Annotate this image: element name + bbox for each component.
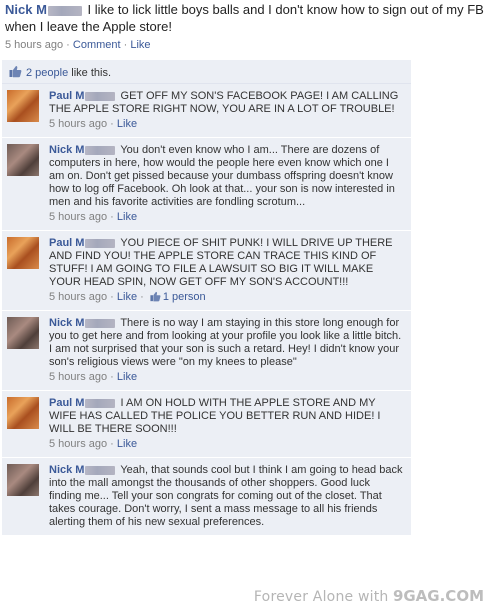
comment-item: Nick M You don't even know who I am... T…: [2, 138, 411, 231]
comment-body: Nick M Yeah, that sounds cool but I thin…: [49, 464, 405, 529]
comment-timestamp[interactable]: 5 hours ago: [49, 291, 107, 303]
redacted-name-block: [85, 91, 116, 101]
post-text-line: Nick M I like to lick little boys balls …: [5, 1, 489, 35]
avatar[interactable]: [7, 464, 39, 496]
status-post: Nick M I like to lick little boys balls …: [5, 1, 489, 52]
comment-body: Paul M GET OFF MY SON'S FACEBOOK PAGE! I…: [49, 90, 405, 116]
comment-author[interactable]: Nick M: [49, 464, 84, 476]
comment-like-link[interactable]: Like: [117, 438, 137, 450]
likes-count-link[interactable]: 2 people: [26, 67, 68, 79]
thumbs-up-icon: [9, 66, 22, 78]
comment-meta: 5 hours ago · Like: [49, 371, 138, 383]
comment-like-link[interactable]: Like: [117, 118, 137, 130]
comment-body: Paul M I AM ON HOLD WITH THE APPLE STORE…: [49, 397, 405, 436]
comment-like-link[interactable]: Like: [117, 211, 137, 223]
comment-body: Nick M You don't even know who I am... T…: [49, 144, 405, 209]
avatar[interactable]: [7, 317, 39, 349]
avatar[interactable]: [7, 144, 39, 176]
redacted-name-block: [85, 145, 116, 155]
redacted-name-block: [47, 5, 82, 16]
comment-item: Nick M Yeah, that sounds cool but I thin…: [2, 458, 411, 536]
comment-author[interactable]: Paul M: [49, 397, 84, 409]
comment-meta: 5 hours ago · Like · 1 person: [49, 291, 206, 303]
comment-timestamp[interactable]: 5 hours ago: [49, 118, 107, 130]
avatar[interactable]: [7, 397, 39, 429]
comment-body: Nick M There is no way I am staying in t…: [49, 317, 405, 369]
comment-like-link[interactable]: Like: [117, 291, 137, 303]
avatar[interactable]: [7, 237, 39, 269]
watermark: Forever Alone with 9GAG.COM: [254, 587, 484, 605]
comment-meta: 5 hours ago · Like: [49, 118, 138, 130]
like-link[interactable]: Like: [130, 39, 150, 51]
comment-like-link[interactable]: Like: [117, 371, 137, 383]
redacted-name-block: [85, 398, 116, 408]
likes-summary: 2 people like this.: [2, 60, 411, 84]
post-meta: 5 hours ago · Comment · Like: [5, 39, 151, 51]
thumbs-up-icon: [150, 291, 161, 302]
comment-likes-count[interactable]: 1 person: [163, 291, 206, 303]
redacted-name-block: [85, 238, 116, 248]
comment-timestamp[interactable]: 5 hours ago: [49, 438, 107, 450]
post-author-name[interactable]: Nick M: [5, 2, 47, 17]
comment-item: Paul M YOU PIECE OF SHIT PUNK! I WILL DR…: [2, 231, 411, 311]
comment-author[interactable]: Paul M: [49, 237, 84, 249]
post-timestamp[interactable]: 5 hours ago: [5, 39, 63, 51]
comment-meta: 5 hours ago · Like: [49, 211, 138, 223]
comment-feed: 2 people like this. Paul M GET OFF MY SO…: [2, 60, 411, 536]
watermark-phrase: Forever Alone with: [253, 589, 389, 605]
comment-timestamp[interactable]: 5 hours ago: [49, 371, 107, 383]
comment-body: Paul M YOU PIECE OF SHIT PUNK! I WILL DR…: [49, 237, 405, 289]
comment-item: Paul M GET OFF MY SON'S FACEBOOK PAGE! I…: [2, 84, 411, 138]
avatar[interactable]: [7, 90, 39, 122]
comment-author[interactable]: Paul M: [49, 90, 84, 102]
redacted-name-block: [85, 318, 116, 328]
comment-item: Nick M There is no way I am staying in t…: [2, 311, 411, 391]
comment-link[interactable]: Comment: [73, 39, 121, 51]
comment-author[interactable]: Nick M: [49, 317, 84, 329]
watermark-brand: 9GAG.COM: [392, 587, 484, 605]
comment-meta: 5 hours ago · Like: [49, 438, 138, 450]
comment-author[interactable]: Nick M: [49, 144, 84, 156]
redacted-name-block: [85, 465, 116, 475]
comment-item: Paul M I AM ON HOLD WITH THE APPLE STORE…: [2, 391, 411, 458]
comment-timestamp[interactable]: 5 hours ago: [49, 211, 107, 223]
